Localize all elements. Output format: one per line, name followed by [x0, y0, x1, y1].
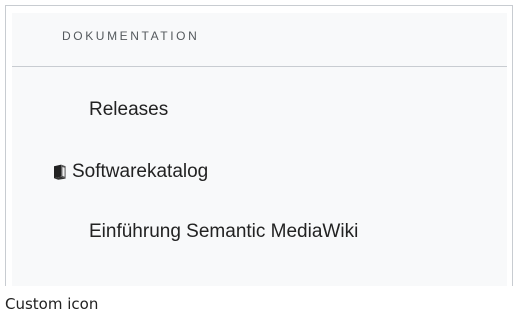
sidebar-item-label[interactable]: Softwarekatalog	[72, 161, 208, 183]
sidebar-item-label[interactable]: Einführung Semantic MediaWiki	[89, 221, 358, 243]
image-caption: Custom icon	[5, 295, 99, 313]
section-title: DOKUMENTATION	[62, 29, 200, 43]
sidebar-item-softwarekatalog[interactable]: Softwarekatalog	[12, 155, 507, 189]
screenshot-frame: DOKUMENTATION Releases Softwarekatalog E…	[0, 0, 515, 325]
sidebar-item-einfuehrung-smw[interactable]: Einführung Semantic MediaWiki	[12, 215, 507, 249]
sidebar-item-releases[interactable]: Releases	[12, 93, 507, 127]
section-header: DOKUMENTATION	[12, 13, 507, 67]
sidebar-item-label[interactable]: Releases	[89, 99, 168, 121]
book-icon	[53, 164, 67, 180]
sidebar-panel: DOKUMENTATION Releases Softwarekatalog E…	[12, 13, 507, 286]
